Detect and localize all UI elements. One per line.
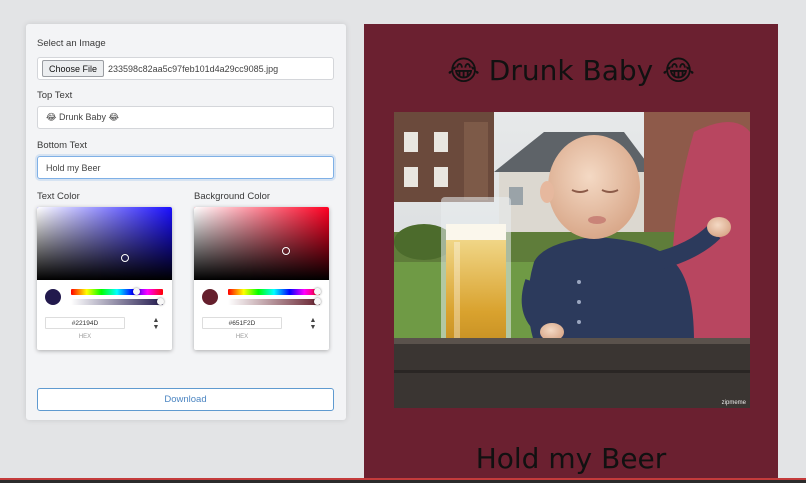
bottom-text-label: Bottom Text (37, 140, 87, 151)
top-text-label: Top Text (37, 90, 73, 101)
meme-bottom-text: Hold my Beer (475, 442, 667, 475)
file-name-text: 233598c82aa5c97feb101d4a29cc9085.jpg (108, 63, 279, 74)
text-color-hue-slider[interactable] (71, 288, 163, 295)
watermark-text: zipmeme (721, 400, 746, 406)
meme-form-panel: Select an Image Choose File 233598c82aa5… (26, 24, 346, 420)
bottom-text-value: Hold my Beer (46, 162, 101, 173)
background-color-hue-handle[interactable] (314, 288, 321, 295)
text-color-saturation-cursor[interactable] (121, 254, 129, 262)
select-image-label: Select an Image (37, 38, 106, 49)
background-color-format-toggle-icon[interactable]: ▲ ▼ (308, 317, 318, 331)
background-color-picker: #651F2D HEX ▲ ▼ (194, 207, 329, 350)
background-color-hex-input[interactable]: #651F2D (202, 317, 282, 329)
baby-with-beer-image (394, 112, 750, 408)
top-text-value: 😂 Drunk Baby 😂 (46, 112, 120, 122)
background-color-alpha-slider[interactable] (228, 298, 321, 305)
background-color-saturation-cursor[interactable] (282, 247, 290, 255)
text-color-format-toggle-icon[interactable]: ▲ ▼ (151, 317, 161, 331)
background-color-swatch (202, 289, 218, 305)
text-color-saturation-area[interactable] (37, 207, 172, 280)
text-color-alpha-handle[interactable] (157, 298, 164, 305)
text-color-alpha-slider[interactable] (71, 298, 164, 305)
download-button[interactable]: Download (37, 388, 334, 411)
file-input[interactable]: Choose File 233598c82aa5c97feb101d4a29cc… (37, 57, 334, 80)
choose-file-button[interactable]: Choose File (42, 60, 105, 77)
meme-photo: zipmeme (394, 112, 750, 408)
meme-top-text: 😂 Drunk Baby 😂 (447, 54, 695, 87)
text-color-picker: #22194D HEX ▲ ▼ (37, 207, 172, 350)
background-color-alpha-handle[interactable] (314, 298, 321, 305)
text-color-label: Text Color (37, 191, 80, 202)
progress-edge (0, 478, 806, 480)
text-color-hue-handle[interactable] (133, 288, 140, 295)
background-color-hex-label: HEX (235, 334, 249, 340)
background-color-hue-slider[interactable] (228, 288, 321, 295)
meme-preview: 😂 Drunk Baby 😂 zipmeme Hold my Beer (364, 24, 778, 478)
text-color-hex-label: HEX (78, 334, 92, 340)
text-color-swatch (45, 289, 61, 305)
top-text-input[interactable]: 😂 Drunk Baby 😂 (37, 106, 334, 129)
bottom-text-input[interactable]: Hold my Beer (37, 156, 334, 179)
text-color-hex-input[interactable]: #22194D (45, 317, 125, 329)
background-color-saturation-area[interactable] (194, 207, 329, 280)
background-color-label: Background Color (194, 191, 271, 202)
